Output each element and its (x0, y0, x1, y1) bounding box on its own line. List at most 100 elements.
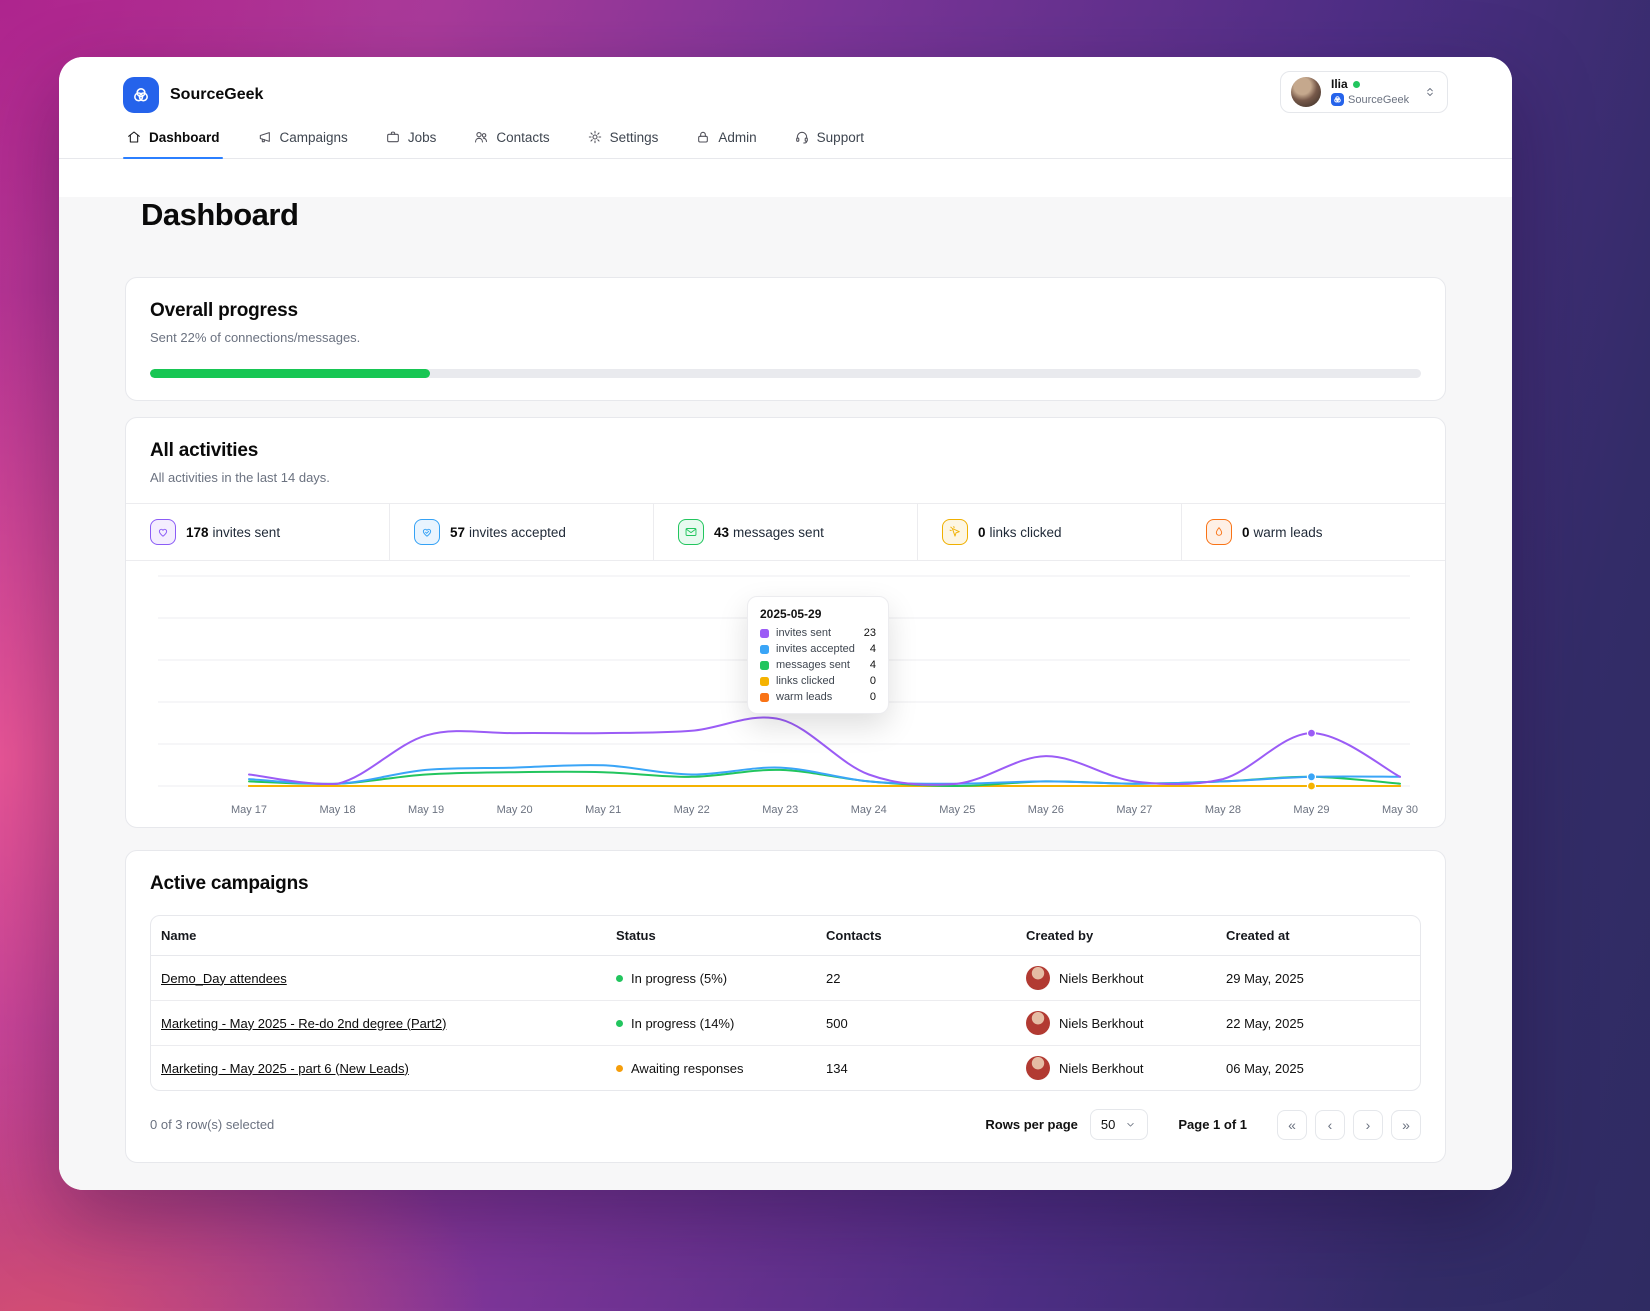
nav-item-support[interactable]: Support (791, 121, 867, 158)
pagination: « ‹ › » (1277, 1109, 1421, 1140)
table-row: Demo_Day attendees In progress (5%) 22 N… (151, 955, 1420, 1001)
tooltip-row: links clicked 0 (760, 675, 876, 687)
svg-text:May 29: May 29 (1293, 804, 1329, 816)
series-swatch (760, 660, 769, 670)
stat-invites-sent: 178 invites sent (126, 504, 389, 560)
chevron-up-down-icon (1427, 88, 1433, 96)
col-name: Name (151, 916, 606, 956)
nav-item-contacts[interactable]: Contacts (470, 121, 552, 158)
all-activities-card: All activities All activities in the las… (125, 417, 1446, 828)
page-indicator: Page 1 of 1 (1178, 1117, 1247, 1132)
table-row: Marketing - May 2025 - Re-do 2nd degree … (151, 1000, 1420, 1046)
campaigns-title: Active campaigns (150, 873, 309, 894)
stat-messages-sent: 43 messages sent (653, 504, 917, 560)
contacts-count: 500 (826, 1015, 848, 1031)
status-dot (616, 1064, 623, 1072)
status-badge: Awaiting responses (631, 1060, 744, 1076)
nav-item-settings[interactable]: Settings (584, 121, 662, 158)
overall-progress-title: Overall progress (150, 300, 298, 321)
series-swatch (760, 676, 769, 686)
next-page-button[interactable]: › (1353, 1109, 1383, 1140)
last-page-button[interactable]: » (1391, 1109, 1421, 1140)
rows-per-page-label: Rows per page (985, 1117, 1078, 1132)
svg-text:May 21: May 21 (585, 804, 621, 816)
svg-text:May 27: May 27 (1116, 804, 1152, 816)
svg-text:May 22: May 22 (674, 804, 710, 816)
col-created-by: Created by (1016, 916, 1216, 956)
series-swatch (760, 628, 769, 638)
overall-progress-card: Overall progress Sent 22% of connections… (125, 277, 1446, 401)
creator-avatar (1026, 1056, 1050, 1080)
user-org: SourceGeek (1348, 93, 1410, 106)
svg-text:May 25: May 25 (939, 804, 975, 816)
activities-subtitle: All activities in the last 14 days. (150, 470, 330, 485)
invites-accepted-icon (414, 519, 440, 545)
app-window: SourceGeek Ilia SourceGeek Dashboard Cam… (59, 57, 1512, 1190)
creator-avatar (1026, 1011, 1050, 1035)
creator-avatar (1026, 966, 1050, 990)
created-at: 06 May, 2025 (1226, 1060, 1304, 1076)
user-avatar (1291, 77, 1321, 107)
nav-item-admin[interactable]: Admin (692, 121, 759, 158)
svg-text:May 24: May 24 (851, 804, 887, 816)
page-title: Dashboard (141, 197, 299, 232)
overall-progress-subtitle: Sent 22% of connections/messages. (150, 330, 361, 345)
headset-icon (795, 131, 808, 144)
status-dot (616, 1019, 623, 1027)
tooltip-row: invites sent 23 (760, 627, 876, 639)
warm-leads-icon (1206, 519, 1232, 545)
activities-title: All activities (150, 440, 259, 461)
previous-page-button[interactable]: ‹ (1315, 1109, 1345, 1140)
creator-name: Niels Berkhout (1059, 1015, 1144, 1031)
series-swatch (760, 692, 769, 702)
links-clicked-icon (942, 519, 968, 545)
svg-text:May 26: May 26 (1028, 804, 1064, 816)
first-page-icon: « (1288, 1116, 1296, 1133)
stat-invites-accepted: 57 invites accepted (389, 504, 653, 560)
nav-item-jobs[interactable]: Jobs (382, 121, 440, 158)
user-name: Ilia (1331, 76, 1348, 91)
table-footer: 0 of 3 row(s) selected Rows per page 50 … (150, 1109, 1421, 1140)
home-icon (128, 131, 140, 143)
progress-fill (150, 369, 430, 378)
online-status-dot (1352, 80, 1360, 88)
campaign-link[interactable]: Demo_Day attendees (161, 971, 287, 986)
next-page-icon: › (1365, 1116, 1371, 1133)
nav-item-dashboard[interactable]: Dashboard (123, 121, 223, 159)
rows-per-page-select[interactable]: 50 (1089, 1109, 1149, 1140)
svg-text:May 23: May 23 (762, 804, 798, 816)
creator-name: Niels Berkhout (1059, 1060, 1144, 1076)
chart-tooltip: 2025-05-29 invites sent 23 invites accep… (747, 596, 889, 714)
tooltip-row: messages sent 4 (760, 659, 876, 671)
lock-icon (698, 131, 709, 143)
col-created-at: Created at (1216, 916, 1420, 956)
main-content: Dashboard Overall progress Sent 22% of c… (59, 197, 1512, 1190)
activities-chart-area: May 17 May 18 May 19 May 20 May 21 May 22 May … (126, 561, 1445, 827)
svg-text:May 28: May 28 (1205, 804, 1241, 816)
gear-icon (588, 130, 601, 144)
status-badge: In progress (14%) (631, 1015, 735, 1031)
col-contacts: Contacts (816, 916, 1016, 956)
user-menu[interactable]: Ilia SourceGeek (1280, 71, 1448, 113)
previous-page-icon: ‹ (1327, 1116, 1333, 1133)
campaign-link[interactable]: Marketing - May 2025 - part 6 (New Leads… (161, 1061, 409, 1076)
tooltip-row: invites accepted 4 (760, 643, 876, 655)
created-at: 22 May, 2025 (1226, 1015, 1304, 1031)
main-nav: Dashboard Campaigns Jobs Contacts Settin… (123, 121, 1448, 159)
table-row: Marketing - May 2025 - part 6 (New Leads… (151, 1046, 1420, 1091)
briefcase-icon (386, 131, 399, 143)
org-logo-icon (1331, 93, 1344, 107)
chevron-down-icon (1127, 1122, 1135, 1127)
series-swatch (760, 644, 769, 654)
status-dot (616, 974, 623, 982)
app-title: SourceGeek (170, 86, 264, 103)
tooltip-row: warm leads 0 (760, 691, 876, 703)
svg-text:May 18: May 18 (319, 804, 355, 816)
first-page-button[interactable]: « (1277, 1109, 1307, 1140)
campaigns-table: Name Status Contacts Created by Created … (150, 915, 1421, 1091)
nav-item-campaigns[interactable]: Campaigns (254, 121, 351, 158)
creator-name: Niels Berkhout (1059, 970, 1144, 986)
created-at: 29 May, 2025 (1226, 970, 1304, 986)
campaign-link[interactable]: Marketing - May 2025 - Re-do 2nd degree … (161, 1016, 446, 1031)
svg-text:May 17: May 17 (231, 804, 267, 816)
